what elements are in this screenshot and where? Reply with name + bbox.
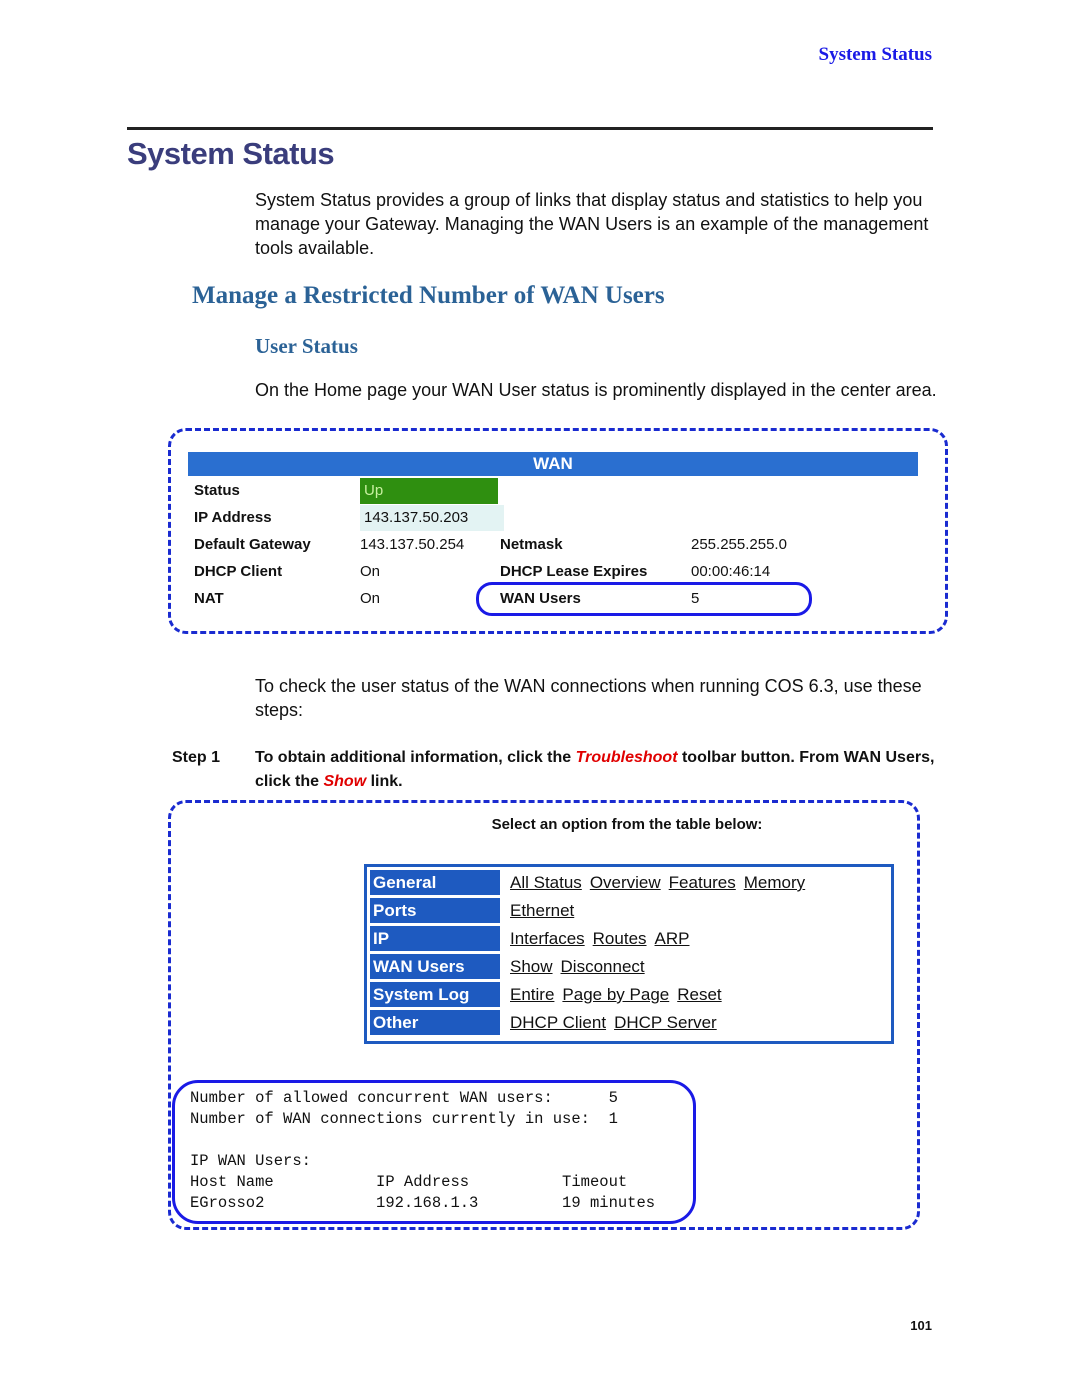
output-line: Number of allowed concurrent WAN users: … [190,1089,618,1107]
step-label: Step 1 [172,749,221,766]
wan-label: NAT [194,590,224,607]
page-number: 101 [910,1318,932,1333]
wan-label: Default Gateway [194,536,311,553]
options-links: Ethernet [510,898,582,923]
header-rule [127,127,933,130]
output-line: Number of WAN connections currently in u… [190,1110,618,1128]
options-row: IP Interfaces Routes ARP [370,926,888,953]
options-row: Ports Ethernet [370,898,888,925]
link-features[interactable]: Features [669,873,736,892]
subsection-heading: User Status [255,334,358,358]
running-head: System Status [818,44,932,65]
options-category: General [370,870,500,895]
link-dhcp-client[interactable]: DHCP Client [510,1013,606,1032]
wan-users-output: Number of allowed concurrent WAN users: … [190,1088,655,1214]
link-memory[interactable]: Memory [744,873,805,892]
options-links: DHCP Client DHCP Server [510,1010,725,1035]
home-paragraph: On the Home page your WAN User status is… [255,380,937,400]
options-row: General All Status Overview Features Memory [370,870,888,897]
link-overview[interactable]: Overview [590,873,661,892]
status-badge: Up [360,478,498,504]
options-category: System Log [370,982,500,1007]
wan-value: 255.255.255.0 [691,536,787,553]
link-routes[interactable]: Routes [593,929,647,948]
wan-value: On [360,590,381,607]
link-entire[interactable]: Entire [510,985,554,1004]
options-category: WAN Users [370,954,500,979]
options-category: Ports [370,898,500,923]
page-title: System Status [127,136,335,171]
link-all-status[interactable]: All Status [510,873,582,892]
troubleshoot-term: Troubleshoot [575,749,678,766]
section-heading: Manage a Restricted Number of WAN Users [192,282,665,309]
link-show[interactable]: Show [510,957,553,976]
wan-label: DHCP Client [194,563,283,580]
wan-ip-value: 143.137.50.203 [360,505,504,531]
options-links: Interfaces Routes ARP [510,926,698,951]
show-term: Show [323,773,367,790]
wan-row: IP Address 143.137.50.203 [194,505,914,531]
link-ethernet[interactable]: Ethernet [510,901,574,920]
wan-users-highlight [476,582,812,616]
output-line: Host Name IP Address Timeout [190,1173,628,1191]
link-disconnect[interactable]: Disconnect [561,957,645,976]
wan-value: On [360,563,381,580]
options-row: System Log Entire Page by Page Reset [370,982,888,1009]
options-row: Other DHCP Client DHCP Server [370,1010,888,1037]
wan-value: 143.137.50.254 [360,536,465,553]
options-links: Entire Page by Page Reset [510,982,730,1007]
output-line: EGrosso2 192.168.1.3 19 minutes [190,1194,656,1212]
link-reset[interactable]: Reset [677,985,721,1004]
wan-label: IP Address [194,509,272,526]
check-paragraph: To check the user status of the WAN conn… [255,676,922,720]
intro-paragraph: System Status provides a group of links … [255,190,929,258]
wan-row: Status Up [194,478,914,504]
wan-status-panel: WAN Status Up IP Address 143.137.50.203 … [188,446,918,616]
link-interfaces[interactable]: Interfaces [510,929,585,948]
options-title: Select an option from the table below: [491,816,763,833]
link-page-by-page[interactable]: Page by Page [562,985,669,1004]
options-category: IP [370,926,500,951]
options-row: WAN Users Show Disconnect [370,954,888,981]
link-dhcp-server[interactable]: DHCP Server [614,1013,717,1032]
wan-label: Status [194,482,240,499]
link-arp[interactable]: ARP [655,929,690,948]
step-text: To obtain additional information, click … [255,749,935,790]
options-category: Other [370,1010,500,1035]
options-links: Show Disconnect [510,954,653,979]
options-links: All Status Overview Features Memory [510,870,813,895]
options-table: General All Status Overview Features Memory P… [364,864,894,1044]
wan-panel-title: WAN [188,452,918,476]
wan-label: Netmask [500,536,563,553]
wan-row: Default Gateway 143.137.50.254 Netmask 2… [194,532,914,558]
output-line: IP WAN Users: [190,1152,311,1170]
